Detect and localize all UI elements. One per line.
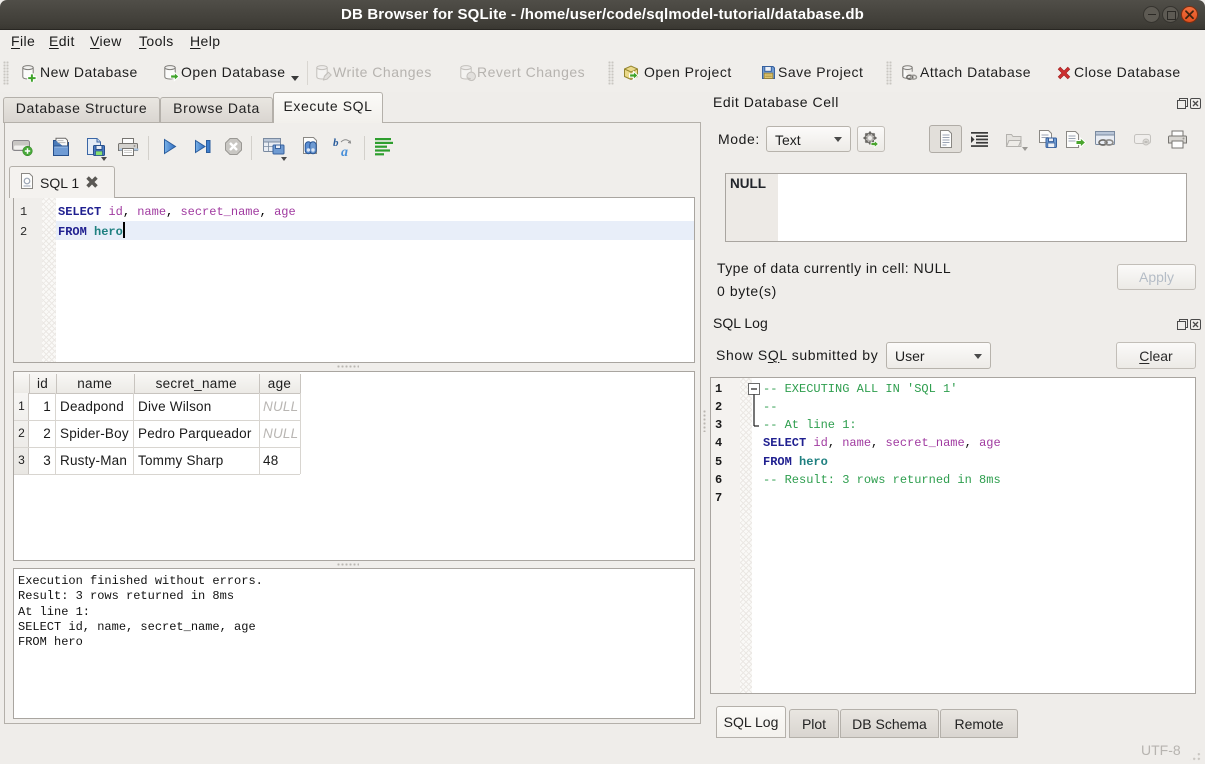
svg-text:a: a [341,145,348,159]
svg-text:b: b [333,137,339,149]
